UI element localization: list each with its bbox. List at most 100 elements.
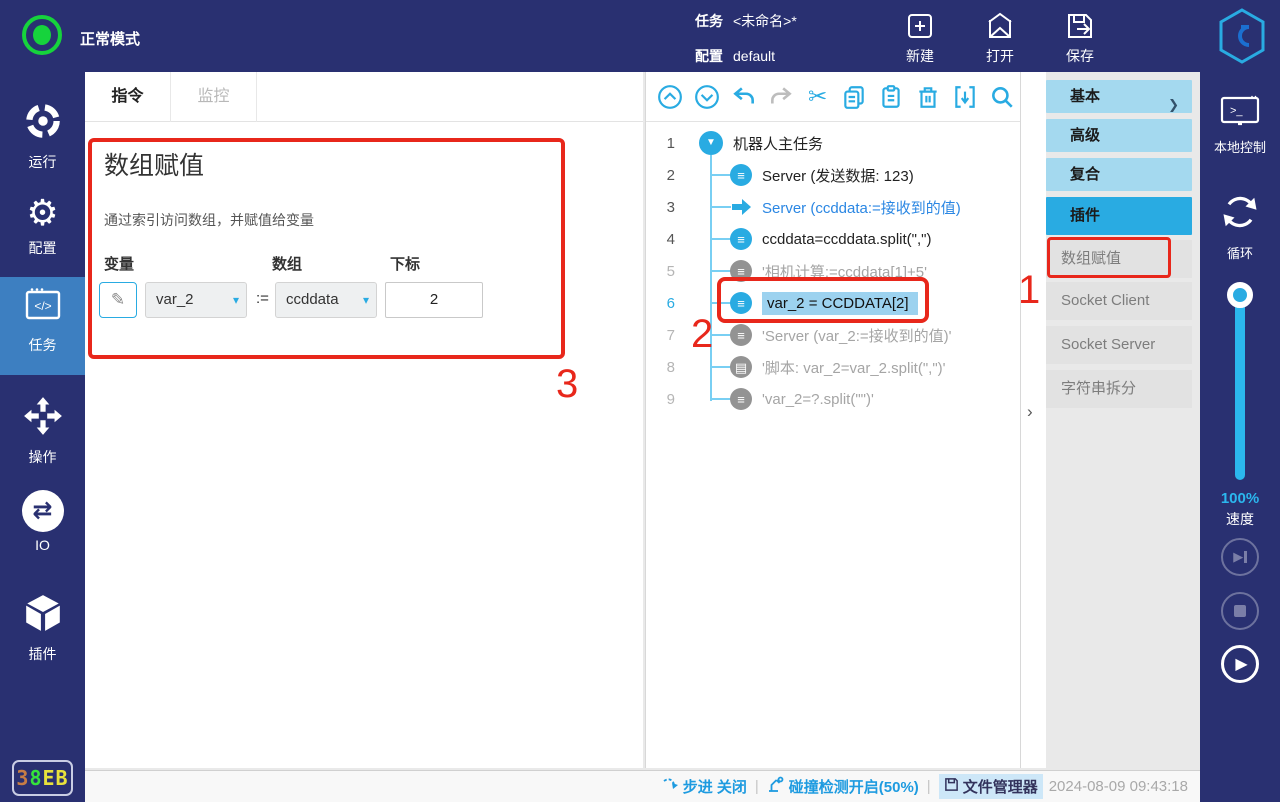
run-icon [22,129,64,146]
speed-slider-track[interactable] [1235,290,1245,480]
copy-button[interactable] [836,80,873,114]
plugin-item-array-assign[interactable]: 数组赋值 [1046,240,1192,278]
redo-button[interactable] [762,80,799,114]
pencil-icon: ✎ [111,290,125,309]
tree-row[interactable]: 3 Server (ccddata:=接收到的值) [646,191,1020,223]
plugin-item-string-split[interactable]: 字符串拆分 [1046,370,1192,408]
sidebar-item-plugin[interactable]: 插件 [0,584,85,664]
new-task-label: 新建 [888,46,952,66]
tab-monitor[interactable]: 监控 [171,72,257,122]
statement-icon: ≡ [730,292,752,314]
loop-button[interactable]: 循环 [1200,190,1280,262]
array-select[interactable]: ccddata▾ [275,282,377,318]
line-number: 1 [646,135,675,152]
sidebar-item-operate[interactable]: 操作 [0,387,85,467]
mode-indicator-icon [22,15,62,55]
sidebar-config-label: 配置 [0,238,85,258]
category-composite[interactable]: 复合❯ [1046,158,1192,191]
new-task-button[interactable]: 新建 [888,10,952,66]
expand-panel-chevron[interactable]: › [1027,402,1033,422]
stop-button[interactable] [1221,592,1259,630]
clock-timestamp: 2024-08-09 09:43:18 [1049,778,1188,795]
save-task-label: 保存 [1048,46,1112,66]
tree-body: 1 ▼ 机器人主任务 2 ≡ Server (发送数据: 123) 3 Serv… [646,122,1020,768]
right-control-column: >_ 本地控制 循环 100% 速度 ▶ ▶ [1200,72,1280,802]
sidebar-item-io[interactable]: ⇄ IO [0,482,85,553]
variable-label: 变量 [104,253,134,274]
file-manager-button[interactable]: 文件管理器 [939,774,1043,799]
undo-button[interactable] [726,80,763,114]
sidebar-task-label: 任务 [0,335,85,355]
file-manager-text: 文件管理器 [963,776,1038,797]
sidebar-item-run[interactable]: 运行 [0,92,85,172]
line-number: 9 [646,391,675,408]
move-arrows-icon [22,424,64,441]
sidebar-run-label: 运行 [0,152,85,172]
tree-row-text: 机器人主任务 [733,133,823,154]
paste-button[interactable] [873,80,910,114]
sidebar-item-config[interactable]: ⚙ 配置 [0,185,85,258]
chevron-down-icon: ▾ [233,283,239,317]
move-up-button[interactable] [652,80,689,114]
play-button[interactable]: ▶ [1221,645,1259,683]
sidebar-item-task[interactable]: </> 任务 [0,277,85,375]
speed-value: 100% [1200,490,1280,507]
svg-text:>_: >_ [1230,105,1243,117]
tree-row[interactable]: 4 ≡ ccddata=ccddata.split(",") [646,223,1020,255]
tree-row[interactable]: 1 ▼ 机器人主任务 [646,127,1020,159]
array-label: 数组 [272,253,302,274]
play-icon: ▶ [1235,654,1247,674]
execute-arrow-icon [730,196,752,218]
insert-button[interactable] [946,80,983,114]
tree-row[interactable]: 5 ≡ '相机计算:=ccddata[1]+5' [646,255,1020,287]
instruction-description: 通过索引访问数组，并赋值给变量 [104,210,314,230]
config-line: 配置default [695,46,775,66]
hex-status-badge: 38EB [12,760,73,796]
open-task-button[interactable]: 打开 [968,10,1032,66]
tab-command[interactable]: 指令 [85,72,171,122]
line-number: 6 [646,295,675,312]
tree-row-text: 'Server (var_2:=接收到的值)' [762,325,952,346]
collision-detect-toggle[interactable]: 碰撞检测开启(50%) [767,776,919,797]
io-swap-icon: ⇄ [0,490,85,532]
local-control-button[interactable]: >_ 本地控制 [1200,94,1280,156]
floppy-icon [944,777,959,796]
save-task-button[interactable]: 保存 [1048,10,1112,66]
collapse-node-icon[interactable]: ▼ [699,131,723,155]
category-basic[interactable]: 基本❯ [1046,80,1192,113]
category-advanced[interactable]: 高级❯ [1046,119,1192,152]
plugin-item-socket-server[interactable]: Socket Server [1046,326,1192,364]
edit-variable-button[interactable]: ✎ [99,282,137,318]
category-plugin[interactable]: 插件⌄ [1046,197,1192,235]
speed-slider-knob[interactable] [1227,282,1253,308]
statement-icon: ≡ [730,228,752,250]
cube-icon [22,621,64,638]
statement-icon: ≡ [730,324,752,346]
line-number: 8 [646,359,675,376]
collision-robot-icon [767,776,785,797]
open-file-icon [968,10,1032,42]
tree-row-text: 'var_2=?.split("")' [762,391,874,408]
plugin-item-socket-client[interactable]: Socket Client [1046,282,1192,320]
move-down-button[interactable] [689,80,726,114]
cut-button[interactable]: ✂ [799,80,836,114]
step-mode-toggle[interactable]: 步进 关闭 [662,776,747,797]
config-value: default [733,48,775,64]
tree-row[interactable]: 8 ▤ '脚本: var_2=var_2.split(",")' [646,351,1020,383]
tree-row[interactable]: 7 ≡ 'Server (var_2:=接收到的值)' [646,319,1020,351]
calc-icon: ≡ [730,260,752,282]
tree-row[interactable]: 9 ≡ 'var_2=?.split("")' [646,383,1020,415]
variable-select[interactable]: var_2▾ [145,282,247,318]
stop-icon [1234,605,1246,617]
search-button[interactable] [983,80,1020,114]
step-forward-button[interactable]: ▶ [1221,538,1259,576]
index-input[interactable]: 2 [385,282,483,318]
line-number: 4 [646,231,675,248]
brand-logo-icon [1218,7,1266,70]
tree-row[interactable]: 2 ≡ Server (发送数据: 123) [646,159,1020,191]
delete-button[interactable] [910,80,947,114]
tree-row-text: Server (发送数据: 123) [762,165,914,186]
statement-icon: ≡ [730,388,752,410]
tree-row-selected[interactable]: 6 ≡ var_2 = CCDDATA[2] [646,287,1020,319]
svg-text:</>: </> [34,299,51,313]
